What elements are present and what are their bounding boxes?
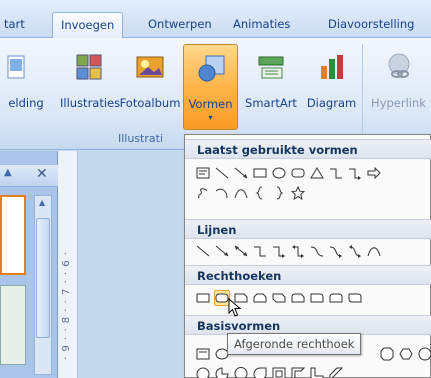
l-shape[interactable] — [309, 366, 325, 378]
clipart-icon — [76, 54, 102, 80]
rectangle-shape[interactable] — [195, 290, 211, 306]
rounded-rect-shape[interactable] — [290, 165, 306, 181]
slide-thumbnail-1[interactable] — [0, 195, 26, 275]
rectangle-shape[interactable] — [252, 165, 268, 181]
smartart-button[interactable]: SmartArt — [238, 44, 304, 130]
chart-icon — [320, 55, 343, 79]
diagram-button[interactable]: Diagram — [304, 44, 359, 130]
chord-shape[interactable] — [233, 366, 249, 378]
picture-icon — [7, 55, 25, 79]
elbow-arrow-connector-shape[interactable] — [271, 243, 287, 259]
hexagon-shape[interactable] — [398, 346, 414, 362]
textbox-shape[interactable] — [195, 346, 211, 362]
elbow-double-arrow-shape[interactable] — [290, 243, 306, 259]
close-icon[interactable]: ✕ — [36, 166, 48, 182]
illustraties-group-label: Illustrati — [118, 132, 164, 145]
right-arrow-shape[interactable] — [366, 165, 382, 181]
line-shape[interactable] — [214, 165, 230, 181]
vormen-button[interactable]: Vormen ▾ — [183, 44, 238, 130]
slides-panel: ▲ ✕ ▲ — [0, 151, 58, 378]
round-diagonal-rect-shape[interactable] — [347, 290, 363, 306]
basic-shapes-row-1-end — [379, 344, 431, 364]
pie-shape[interactable] — [214, 366, 230, 378]
tab-animaties[interactable]: Animaties — [233, 12, 290, 38]
arrow-line-shape[interactable] — [214, 243, 230, 259]
oval-shape[interactable] — [271, 165, 287, 181]
basic-shapes-row-1 — [195, 344, 230, 364]
ribbon-tab-bar: tart Invoegen Ontwerpen Animaties Diavoo… — [0, 0, 431, 38]
rectangles-row — [195, 288, 363, 308]
curved-arrow-connector-shape[interactable] — [328, 243, 344, 259]
star-shape[interactable] — [290, 185, 306, 201]
recent-shapes-row-2 — [195, 183, 306, 203]
recent-shapes-row-1 — [195, 163, 382, 183]
recent-shapes-header: Laatst gebruikte vormen — [185, 139, 431, 159]
tab-start[interactable]: tart — [4, 12, 25, 38]
illustraties-button[interactable]: Illustraties — [60, 44, 120, 130]
scroll-up-icon[interactable]: ▲ — [39, 198, 45, 207]
half-frame-shape[interactable] — [290, 366, 306, 378]
rectangles-header: Rechthoeken — [185, 265, 431, 285]
diagonal-stripe-shape[interactable] — [328, 366, 344, 378]
elbow-connector-shape[interactable] — [328, 165, 344, 181]
ruler-marks: · 9 · · 8 · · 7 · · 6 · — [61, 251, 72, 360]
tab-ontwerpen[interactable]: Ontwerpen — [148, 12, 212, 38]
shapes-icon — [198, 55, 224, 82]
round-same-side-rect-shape[interactable] — [328, 290, 344, 306]
afbeelding-button[interactable]: elding — [0, 44, 52, 130]
teardrop-shape[interactable] — [252, 366, 268, 378]
decagon-shape[interactable] — [195, 366, 211, 378]
curved-double-arrow-shape[interactable] — [347, 243, 363, 259]
mouse-pointer-icon — [228, 298, 242, 317]
panel-scrollbar[interactable]: ▲ — [34, 195, 52, 375]
curve-shape[interactable] — [366, 243, 382, 259]
octagon-shape[interactable] — [379, 346, 395, 362]
vertical-ruler: · 9 · · 8 · · 7 · · 6 · — [58, 151, 78, 378]
line-shape[interactable] — [195, 243, 211, 259]
hyperlink-icon — [388, 53, 409, 78]
lines-row — [195, 241, 382, 261]
elbow-arrow-connector-shape[interactable] — [347, 165, 363, 181]
hyperlink-button[interactable]: Hyperlink — [366, 44, 431, 130]
snip-diagonal-rect-shape[interactable] — [271, 290, 287, 306]
scrollbar-thumb[interactable] — [36, 218, 50, 338]
slides-panel-header: ▲ ✕ — [0, 165, 58, 187]
basic-shapes-row-2 — [195, 364, 344, 378]
lines-header: Lijnen — [185, 219, 431, 239]
snip-round-rect-shape[interactable] — [290, 290, 306, 306]
fotoalbum-button[interactable]: Fotoalbum — [118, 44, 182, 130]
photo-album-icon — [136, 56, 164, 78]
snip-same-side-rect-shape[interactable] — [252, 290, 268, 306]
arc-shape[interactable] — [214, 185, 230, 201]
group-separator — [362, 44, 363, 146]
frame-shape[interactable] — [271, 366, 287, 378]
textbox-shape[interactable] — [195, 165, 211, 181]
circled-shape[interactable] — [417, 346, 431, 362]
elbow-connector-shape[interactable] — [252, 243, 268, 259]
double-arrow-line-shape[interactable] — [233, 243, 249, 259]
basic-shapes-header: Basisvormen — [185, 315, 431, 335]
shape-tooltip: Afgeronde rechthoek — [227, 333, 362, 355]
curved-connector-shape[interactable] — [309, 243, 325, 259]
freeform-scribble-shape[interactable] — [195, 185, 211, 201]
tab-diavoorstelling[interactable]: Diavoorstelling — [328, 12, 414, 38]
smartart-icon — [258, 56, 284, 79]
curve-shape[interactable] — [233, 185, 249, 201]
tab-invoegen[interactable]: Invoegen — [52, 12, 124, 38]
arrow-line-shape[interactable] — [233, 165, 249, 181]
panel-tab-indicator[interactable]: ▲ — [4, 167, 12, 178]
slide-thumbnail-2[interactable] — [0, 285, 26, 365]
right-brace-shape[interactable] — [271, 185, 287, 201]
left-brace-shape[interactable] — [252, 185, 268, 201]
round-single-corner-rect-shape[interactable] — [309, 290, 325, 306]
triangle-shape[interactable] — [309, 165, 325, 181]
